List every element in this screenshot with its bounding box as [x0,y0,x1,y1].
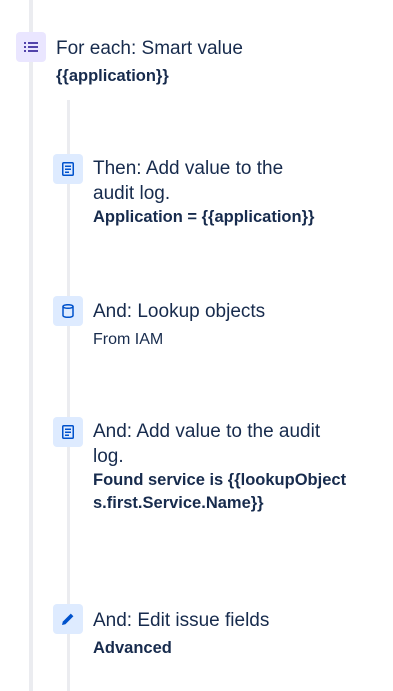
edit-issue-title: And: Edit issue fields [93,610,270,631]
audit-log-title-1: Then: Add value to the audit log. [93,158,284,204]
audit-log-step-2[interactable]: And: Add value to the audit log. Found s… [0,410,393,550]
audit-log-title-2: And: Add value to the audit log. [93,421,321,467]
document-icon [62,162,74,176]
pencil-icon [62,613,74,625]
edit-issue-icon-tile [53,604,83,634]
list-icon [24,42,38,52]
lookup-icon-tile [53,296,83,326]
audit-log-icon-tile [53,417,83,447]
for-each-smart-value: {{application}} [56,67,169,85]
document-icon [62,425,74,439]
lookup-objects-source: From IAM [93,331,164,348]
audit-log-icon-tile [53,154,83,184]
for-each-icon-tile [16,32,46,62]
database-icon [62,304,74,318]
for-each-step[interactable]: For each: Smart value {{application}} [0,0,393,95]
lookup-objects-title: And: Lookup objects [93,301,266,322]
edit-issue-mode: Advanced [93,639,172,657]
audit-log-step-1[interactable]: Then: Add value to the audit log. Applic… [0,145,393,240]
for-each-title: For each: Smart value [56,38,243,59]
lookup-objects-step[interactable]: And: Lookup objects From IAM [0,290,393,360]
automation-rule-canvas: For each: Smart value {{application}} Th… [0,0,393,691]
audit-log-value-1: Application = {{application}} [93,208,315,226]
edit-issue-step[interactable]: And: Edit issue fields Advanced [0,600,393,670]
audit-log-value-2: Found service is {{lookupObjects.first.S… [93,471,347,512]
